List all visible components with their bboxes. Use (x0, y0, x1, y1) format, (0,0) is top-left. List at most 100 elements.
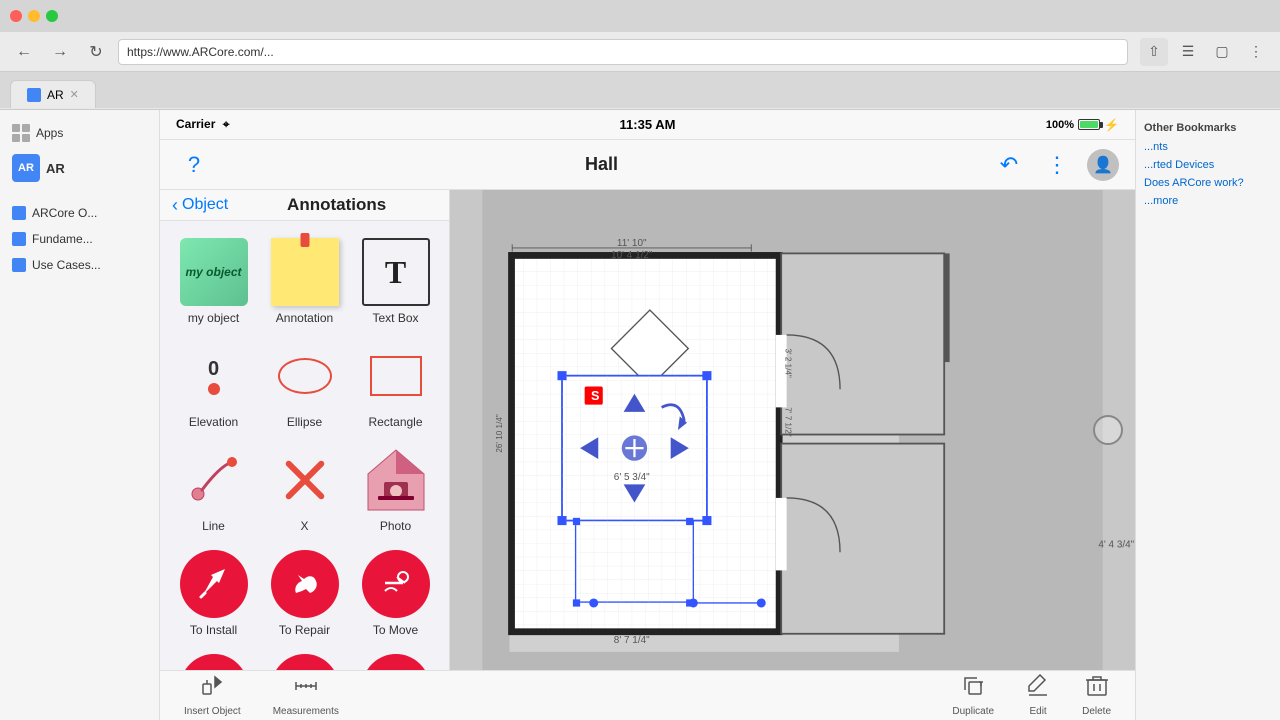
right-sidebar-item-2[interactable]: ...rted Devices (1136, 156, 1280, 174)
delete-label: Delete (1082, 706, 1111, 717)
annotation-item-rectangle[interactable]: Rectangle (350, 333, 441, 437)
sidebar-label-fundamentals: Fundame... (32, 232, 93, 246)
back-to-object-button[interactable]: ‹ Object (172, 195, 228, 216)
edit-button[interactable]: Edit (1010, 670, 1066, 720)
annotation-item-x[interactable]: X (259, 437, 350, 541)
share-icon[interactable]: ⇧ (1140, 38, 1168, 66)
carrier-label: Carrier ⌖ (176, 117, 490, 132)
sidebar-item-usecases[interactable]: Use Cases... (0, 252, 159, 278)
annotation-item-photo[interactable]: Photo (350, 437, 441, 541)
floor-plan-svg: S (450, 190, 1135, 670)
sidebar-favicon-fundamentals (12, 232, 26, 246)
sidebar-item-arcore[interactable]: ARCore O... (0, 200, 159, 226)
minimize-window-button[interactable] (28, 10, 40, 22)
status-time: 11:35 AM (490, 117, 804, 132)
reload-button[interactable]: ↻ (82, 38, 110, 66)
svg-text:3' 2 1/4": 3' 2 1/4" (784, 348, 793, 377)
elevation-dot (208, 383, 220, 395)
x-label: X (300, 519, 308, 533)
duplicate-label: Duplicate (952, 706, 994, 717)
svg-text:10' 4 1/2": 10' 4 1/2" (611, 250, 653, 261)
photo-icon-wrapper (361, 445, 431, 515)
annotations-panel: ‹ Object Annotations my object my object (160, 190, 450, 670)
measurements-button[interactable]: Measurements (257, 670, 355, 720)
tab-close-button[interactable]: ✕ (70, 88, 79, 101)
delete-icon (1085, 674, 1109, 704)
delete-button[interactable]: Delete (1066, 670, 1127, 720)
right-sidebar-item-3[interactable]: Does ARCore work? (1136, 174, 1280, 192)
close-window-button[interactable] (10, 10, 22, 22)
maximize-window-button[interactable] (46, 10, 58, 22)
annotation-item-to-inspect[interactable]: To Inspect (259, 645, 350, 670)
app-main: ‹ Object Annotations my object my object (160, 190, 1135, 670)
text-box-icon-wrapper: T (361, 237, 431, 307)
text-box-label: Text Box (372, 311, 418, 325)
floor-plan-area[interactable]: S (450, 190, 1135, 670)
sidebar-favicon-usecases (12, 258, 26, 272)
annotation-item-my-object[interactable]: my object my object (168, 229, 259, 333)
my-object-icon: my object (179, 237, 249, 307)
reading-list-icon[interactable]: ▢ (1208, 38, 1236, 66)
rectangle-shape (370, 356, 422, 396)
right-sidebar-item-4[interactable]: ...more (1136, 192, 1280, 210)
my-object-label: my object (188, 311, 239, 325)
edit-label: Edit (1029, 706, 1046, 717)
avatar[interactable]: 👤 (1087, 149, 1119, 181)
to-repair-icon (270, 549, 340, 619)
ipad-device: Carrier ⌖ 11:35 AM 100% ⚡ ? Hall ↶ ⋮ 👤 (160, 110, 1135, 720)
annotation-item-to-install[interactable]: To Install (168, 541, 259, 645)
sidebar-item-fundamentals[interactable]: Fundame... (0, 226, 159, 252)
sidebar-label-arcore: ARCore O... (32, 206, 97, 220)
annotation-item-to-repair[interactable]: To Repair (259, 541, 350, 645)
app-title: Hall (212, 154, 991, 175)
forward-button[interactable]: → (46, 38, 74, 66)
undo-button[interactable]: ↶ (991, 147, 1027, 183)
battery-icon (1078, 119, 1100, 130)
annotation-item-elevation[interactable]: 0 Elevation (168, 333, 259, 437)
bottom-left-tools: Insert Object Measurements (160, 670, 363, 720)
to-inspect-icon (270, 653, 340, 670)
line-label: Line (202, 519, 225, 533)
annotation-item-annotation[interactable]: Annotation (259, 229, 350, 333)
line-icon-wrapper (179, 445, 249, 515)
browser-tabs: AR ✕ (0, 72, 1280, 108)
duplicate-button[interactable]: Duplicate (936, 670, 1010, 720)
to-repair-label: To Repair (279, 623, 330, 637)
more-menu-button[interactable]: ⋮ (1039, 147, 1075, 183)
to-install-label: To Install (190, 623, 237, 637)
tab-favicon (27, 88, 41, 102)
svg-text:7' 7 1/2": 7' 7 1/2" (784, 407, 793, 436)
more-options-icon[interactable]: ⋮ (1242, 38, 1270, 66)
charging-icon: ⚡ (1104, 118, 1119, 132)
svg-text:11' 10": 11' 10" (617, 238, 647, 249)
insert-object-label: Insert Object (184, 706, 241, 717)
annotation-note-icon-wrapper (270, 237, 340, 307)
sidebar-ar-logo: AR AR (0, 148, 159, 188)
address-bar[interactable] (118, 39, 1128, 65)
annotation-item-ellipse[interactable]: Ellipse (259, 333, 350, 437)
tab-label: AR (47, 88, 64, 102)
svg-text:6' 5 3/4": 6' 5 3/4" (614, 472, 650, 483)
to-install-icon (179, 549, 249, 619)
scroll-handle (1093, 415, 1123, 445)
header-help-button[interactable]: ? (176, 147, 212, 183)
annotation-item-to-remove[interactable]: To Remove (168, 645, 259, 670)
insert-object-button[interactable]: Insert Object (168, 670, 257, 720)
right-sidebar-item-1[interactable]: ...nts (1136, 138, 1280, 156)
annotation-item-to-paint[interactable]: To Paint (350, 645, 441, 670)
svg-text:4' 4 3/4": 4' 4 3/4" (1098, 540, 1134, 551)
panel-header: ‹ Object Annotations (160, 190, 449, 221)
active-tab[interactable]: AR ✕ (10, 80, 96, 108)
bookmark-icon[interactable]: ☰ (1174, 38, 1202, 66)
elevation-icon-wrapper: 0 (179, 341, 249, 411)
rectangle-icon-wrapper (361, 341, 431, 411)
sidebar-favicon-arcore (12, 206, 26, 220)
ios-status-bar: Carrier ⌖ 11:35 AM 100% ⚡ (160, 110, 1135, 140)
status-right: 100% ⚡ (805, 118, 1119, 132)
annotation-item-line[interactable]: Line (168, 437, 259, 541)
back-button[interactable]: ← (10, 38, 38, 66)
ipad-screen: Carrier ⌖ 11:35 AM 100% ⚡ ? Hall ↶ ⋮ 👤 (160, 110, 1135, 720)
annotation-item-text-box[interactable]: T Text Box (350, 229, 441, 333)
apps-item[interactable]: Apps (0, 118, 159, 148)
annotation-item-to-move[interactable]: To Move (350, 541, 441, 645)
